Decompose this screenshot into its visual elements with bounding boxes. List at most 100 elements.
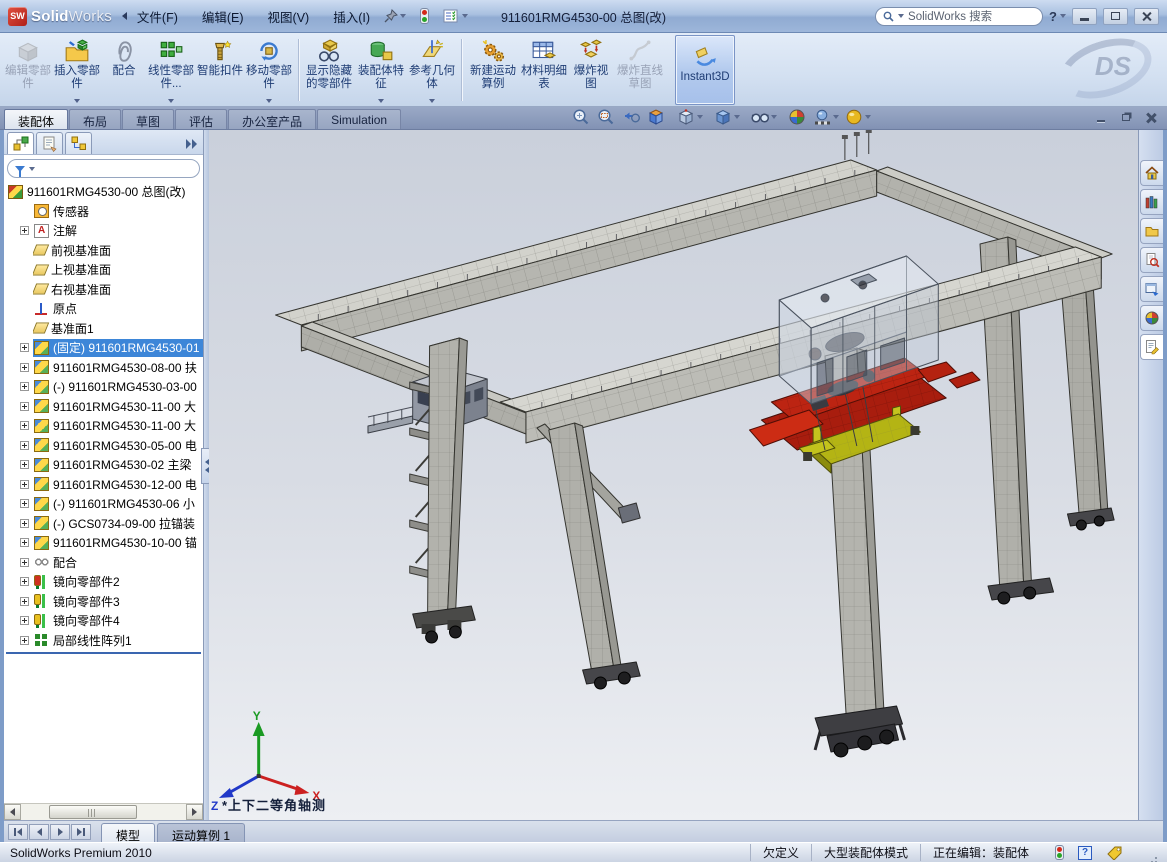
menu-insert[interactable]: 插入(I) xyxy=(333,7,370,26)
expander-icon[interactable] xyxy=(20,577,29,586)
insert-component-button[interactable]: 插入零部件 xyxy=(53,35,101,105)
menu-view[interactable]: 视图(V) xyxy=(268,7,310,26)
new-motion-study-button[interactable]: 新建运动算例 xyxy=(467,35,519,105)
tree-item-sensors[interactable]: 传感器 xyxy=(4,202,203,222)
tree-item-mirror3[interactable]: 镜向零部件3 xyxy=(4,592,203,612)
search-scope-caret-icon[interactable] xyxy=(898,14,904,18)
minimize-button[interactable] xyxy=(1072,8,1097,25)
tree-item-component[interactable]: 911601RMG4530-11-00 大 xyxy=(4,416,203,436)
reference-geometry-button[interactable]: 参考几何体 xyxy=(408,35,456,105)
panel-chevron-icon[interactable] xyxy=(186,139,200,149)
gantry-crane[interactable]: Y X Z xyxy=(211,130,1114,813)
tree-item-plane1[interactable]: 基准面1 xyxy=(4,319,203,339)
tag-icon[interactable] xyxy=(1106,845,1123,860)
zoom-to-fit-icon[interactable] xyxy=(570,107,592,127)
doc-restore-button[interactable] xyxy=(1115,110,1136,125)
tree-item-mirror4[interactable]: 镜向零部件4 xyxy=(4,611,203,631)
view-settings-icon[interactable] xyxy=(843,107,872,127)
appearances-scenes-button[interactable] xyxy=(1140,305,1163,331)
tree-item-component[interactable]: 911601RMG4530-12-00 电 xyxy=(4,475,203,495)
custom-properties-button[interactable] xyxy=(1140,334,1163,360)
menu-edit[interactable]: 编辑(E) xyxy=(202,7,244,26)
tab-motion-study[interactable]: 运动算例 1 xyxy=(157,823,245,842)
expander-icon[interactable] xyxy=(20,441,29,450)
tab-office-products[interactable]: 办公室产品 xyxy=(228,109,316,129)
expander-icon[interactable] xyxy=(20,343,29,352)
tree-item-component[interactable]: (-) GCS0734-09-00 拉锚装 xyxy=(4,514,203,534)
crane-model[interactable]: Y X Z xyxy=(209,130,1138,820)
explode-line-sketch-button[interactable]: 爆炸直线草图 xyxy=(614,35,666,105)
hide-show-items-icon[interactable] xyxy=(749,107,778,127)
resize-grip[interactable] xyxy=(1145,847,1157,859)
instant3d-button[interactable]: Instant3D xyxy=(675,35,735,105)
tab-scroll-first-button[interactable] xyxy=(8,824,28,840)
expander-icon[interactable] xyxy=(20,226,29,235)
tree-item-mates[interactable]: 配合 xyxy=(4,553,203,573)
edit-appearance-icon[interactable] xyxy=(786,107,808,127)
tab-scroll-prev-button[interactable] xyxy=(29,824,49,840)
tree-item-component[interactable]: 911601RMG4530-05-00 电 xyxy=(4,436,203,456)
expander-icon[interactable] xyxy=(20,558,29,567)
tree-item-component[interactable]: (-) 911601RMG4530-06 小 xyxy=(4,494,203,514)
tree-item-origin[interactable]: 原点 xyxy=(4,299,203,319)
expander-icon[interactable] xyxy=(20,480,29,489)
near-left-leg[interactable] xyxy=(537,423,640,689)
close-button[interactable] xyxy=(1134,8,1159,25)
expander-icon[interactable] xyxy=(20,519,29,528)
solidworks-resources-button[interactable] xyxy=(1140,160,1163,186)
expander-icon[interactable] xyxy=(20,460,29,469)
linear-component-pattern-button[interactable]: 线性零部件... xyxy=(147,35,195,105)
exploded-view-button[interactable]: 爆炸视图 xyxy=(569,35,613,105)
panel-horizontal-scrollbar[interactable] xyxy=(4,803,203,820)
tree-item-local-pattern[interactable]: 局部线性阵列1 xyxy=(4,631,203,651)
tab-scroll-last-button[interactable] xyxy=(71,824,91,840)
bill-of-materials-button[interactable]: 材料明细表 xyxy=(520,35,568,105)
scrollbar-thumb[interactable] xyxy=(49,805,137,819)
tree-item-component[interactable]: (-) 911601RMG4530-03-00 xyxy=(4,377,203,397)
display-style-icon[interactable] xyxy=(712,107,741,127)
tree-item-component[interactable]: 911601RMG4530-11-00 大 xyxy=(4,397,203,417)
tree-item-right-plane[interactable]: 右视基准面 xyxy=(4,280,203,300)
tree-filter-input[interactable] xyxy=(7,159,200,178)
tab-assembly[interactable]: 装配体 xyxy=(4,109,68,129)
graphics-viewport[interactable]: Y X Z *上下二等角轴测 xyxy=(209,130,1138,820)
tree-item-component[interactable]: 911601RMG4530-02 主梁 xyxy=(4,455,203,475)
view-orientation-icon[interactable] xyxy=(675,107,704,127)
assembly-features-button[interactable]: 装配体特征 xyxy=(355,35,407,105)
scroll-left-button[interactable] xyxy=(4,804,21,820)
expander-icon[interactable] xyxy=(20,597,29,606)
edit-component-button[interactable]: 编辑零部件 xyxy=(4,35,52,105)
filter-caret-icon[interactable] xyxy=(29,167,35,171)
mate-button[interactable]: 配合 xyxy=(102,35,146,105)
tree-item-annotations[interactable]: 注解 xyxy=(4,221,203,241)
solidworks-search-button[interactable] xyxy=(1140,247,1163,273)
move-component-button[interactable]: 移动零部件 xyxy=(245,35,293,105)
tree-item-top-plane[interactable]: 上视基准面 xyxy=(4,260,203,280)
expander-icon[interactable] xyxy=(20,382,29,391)
expander-icon[interactable] xyxy=(20,636,29,645)
smart-fasteners-button[interactable]: 智能扣件 xyxy=(196,35,244,105)
tab-model[interactable]: 模型 xyxy=(101,823,155,842)
expander-icon[interactable] xyxy=(20,538,29,547)
tree-root[interactable]: 911601RMG4530-00 总图(改) xyxy=(4,182,203,202)
task-checklist-icon[interactable] xyxy=(443,9,468,23)
tree-item-mirror2[interactable]: 镜向零部件2 xyxy=(4,572,203,592)
tree-item-front-plane[interactable]: 前视基准面 xyxy=(4,241,203,261)
right-end-leg[interactable] xyxy=(1061,284,1114,530)
tab-evaluate[interactable]: 评估 xyxy=(175,109,227,129)
show-hidden-components-button[interactable]: 显示隐藏的零部件 xyxy=(304,35,354,105)
expander-icon[interactable] xyxy=(20,616,29,625)
configuration-manager-tab[interactable] xyxy=(65,132,92,154)
search-input[interactable]: SolidWorks 搜索 xyxy=(875,7,1043,26)
quick-tips-icon[interactable]: ? xyxy=(1078,846,1092,860)
menu-file[interactable]: 文件(F) xyxy=(137,7,178,26)
tree-item-component[interactable]: 911601RMG4530-10-00 锚 xyxy=(4,533,203,553)
tab-scroll-next-button[interactable] xyxy=(50,824,70,840)
previous-view-icon[interactable] xyxy=(620,107,642,127)
tab-simulation[interactable]: Simulation xyxy=(317,109,401,129)
feature-tree-tab[interactable] xyxy=(7,132,34,154)
expander-icon[interactable] xyxy=(20,499,29,508)
help-button[interactable]: ? xyxy=(1049,9,1066,24)
rollback-bar[interactable] xyxy=(6,652,201,654)
pin-menu-icon[interactable] xyxy=(384,9,406,23)
